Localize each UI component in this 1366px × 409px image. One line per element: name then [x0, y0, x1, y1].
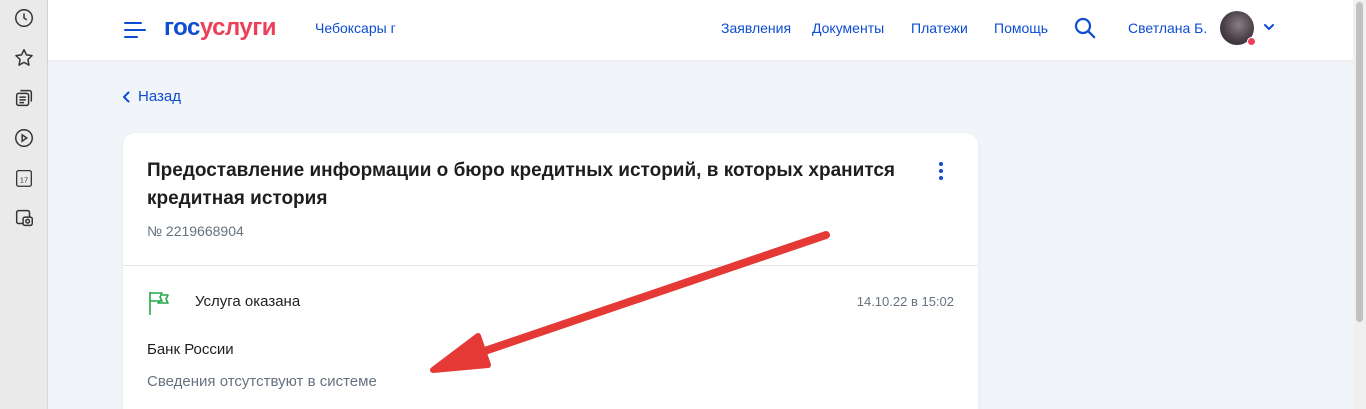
play-icon[interactable] [12, 126, 36, 150]
page-scrollbar[interactable] [1353, 0, 1366, 409]
status-label: Услуга оказана [195, 293, 301, 310]
screenshot-icon[interactable] [12, 206, 36, 230]
favorites-star-icon[interactable] [12, 46, 36, 70]
city-selector[interactable]: Чебоксары г [315, 20, 396, 36]
history-clock-icon[interactable] [12, 6, 36, 30]
scrollbar-thumb[interactable] [1356, 2, 1363, 322]
status-timestamp: 14.10.22 в 15:02 [856, 294, 954, 309]
card-divider [123, 265, 978, 266]
user-name[interactable]: Светлана Б. [1128, 20, 1207, 36]
nav-documents[interactable]: Документы [812, 20, 884, 36]
browser-side-rail: 17 [0, 0, 48, 409]
result-text: Сведения отсутствуют в системе [147, 373, 377, 390]
back-link[interactable]: Назад [122, 88, 181, 105]
logo-part-uslugi: услуги [199, 14, 277, 41]
nav-applications[interactable]: Заявления [721, 20, 791, 36]
organization-name: Банк России [147, 341, 234, 358]
back-label: Назад [138, 88, 181, 105]
order-card: Предоставление информации о бюро кредитн… [123, 133, 978, 409]
gosuslugi-logo[interactable]: госуслуги [164, 14, 277, 42]
nav-payments[interactable]: Платежи [911, 20, 968, 36]
order-title: Предоставление информации о бюро кредитн… [147, 160, 896, 209]
nav-help[interactable]: Помощь [994, 20, 1048, 36]
chevron-down-icon[interactable] [1262, 20, 1276, 34]
search-icon[interactable] [1074, 17, 1096, 39]
site-header: госуслуги Чебоксары г Заявления Документ… [48, 0, 1353, 60]
menu-burger-icon[interactable] [124, 21, 146, 39]
flag-icon [149, 292, 169, 315]
notification-dot [1247, 37, 1256, 46]
logo-part-gos: гос [164, 14, 200, 41]
order-number: № 2219668904 [147, 223, 244, 239]
collections-icon[interactable] [12, 86, 36, 110]
more-options-icon[interactable] [933, 160, 949, 182]
calendar-day-label: 17 [20, 176, 28, 185]
chevron-left-icon [123, 91, 130, 102]
calendar-icon[interactable]: 17 [12, 166, 36, 190]
